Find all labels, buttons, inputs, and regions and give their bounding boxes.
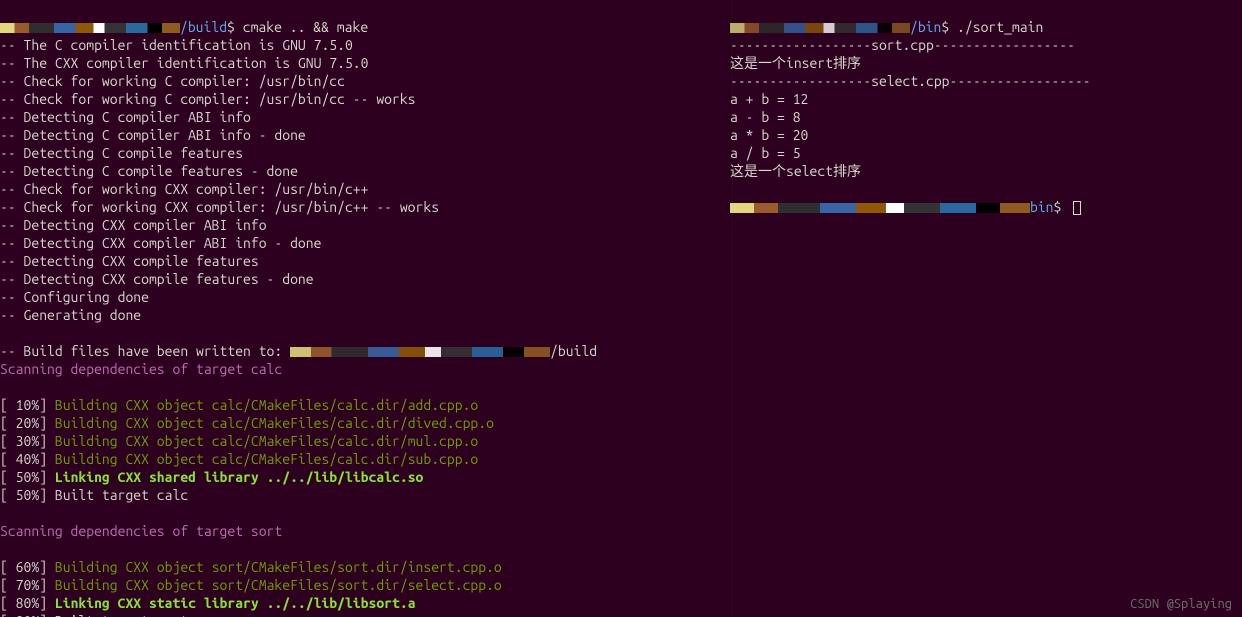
build-step: [ 80%] Linking CXX static library ../../…	[0, 594, 729, 612]
prompt-command: $ cmake .. && make	[227, 19, 368, 35]
output-line: -- Check for working CXX compiler: /usr/…	[0, 198, 729, 216]
path-smudge-icon	[290, 347, 550, 357]
output-line: -- Detecting C compile features - done	[0, 162, 729, 180]
build-written-suffix: /build	[550, 343, 597, 359]
prompt2-dollar: $	[1054, 199, 1070, 215]
build-percent: [ 70%]	[0, 577, 55, 593]
left-terminal-pane[interactable]: /build$ cmake .. && make -- The C compil…	[0, 0, 730, 617]
build-percent: [ 10%]	[0, 397, 55, 413]
output-line: -- Configuring done	[0, 288, 729, 306]
right-terminal-pane[interactable]: /bin$ ./sort_main ------------------sort…	[730, 0, 1242, 617]
build-message: Building CXX object calc/CMakeFiles/calc…	[55, 451, 478, 467]
build-step: [ 50%] Built target calc	[0, 486, 729, 504]
output-line: -- Detecting C compile features	[0, 144, 729, 162]
build-percent: [ 50%]	[0, 487, 55, 503]
build-step: [ 30%] Building CXX object calc/CMakeFil…	[0, 432, 729, 450]
scan-sort: Scanning dependencies of target sort	[0, 522, 729, 540]
build-step: [ 20%] Building CXX object calc/CMakeFil…	[0, 414, 729, 432]
output-line: -- The C compiler identification is GNU …	[0, 36, 729, 54]
output-line: ------------------sort.cpp--------------…	[730, 36, 1242, 54]
prompt-command: $ ./sort_main	[941, 19, 1043, 35]
build-percent: [ 20%]	[0, 415, 55, 431]
output-line: -- Detecting CXX compiler ABI info	[0, 216, 729, 234]
build-message: Building CXX object calc/CMakeFiles/calc…	[55, 433, 478, 449]
build-step: [ 50%] Linking CXX shared library ../../…	[0, 468, 729, 486]
output-line: ------------------select.cpp------------…	[730, 72, 1242, 90]
build-percent: [ 50%]	[0, 469, 55, 485]
build-message: Building CXX object sort/CMakeFiles/sort…	[55, 577, 502, 593]
build-message: Built target sort	[55, 613, 188, 617]
output-line: -- The CXX compiler identification is GN…	[0, 54, 729, 72]
output-line: -- Check for working C compiler: /usr/bi…	[0, 90, 729, 108]
build-message: Building CXX object calc/CMakeFiles/calc…	[55, 397, 478, 413]
output-line: -- Detecting CXX compiler ABI info - don…	[0, 234, 729, 252]
build-percent: [ 30%]	[0, 433, 55, 449]
program-output: ------------------sort.cpp--------------…	[730, 36, 1242, 180]
output-line: 这是一个select排序	[730, 162, 1242, 180]
output-line: a * b = 20	[730, 126, 1242, 144]
build-message: Building CXX object sort/CMakeFiles/sort…	[55, 559, 502, 575]
build-message: Linking CXX shared library ../../lib/lib…	[55, 469, 423, 485]
build-message: Linking CXX static library ../../lib/lib…	[55, 595, 416, 611]
build-written-prefix: -- Build files have been written to:	[0, 343, 290, 359]
output-line: a + b = 12	[730, 90, 1242, 108]
scan-calc: Scanning dependencies of target calc	[0, 360, 729, 378]
output-line: a - b = 8	[730, 108, 1242, 126]
build-message: Building CXX object calc/CMakeFiles/calc…	[55, 415, 494, 431]
output-line: -- Detecting CXX compile features - done	[0, 270, 729, 288]
output-line: -- Generating done	[0, 306, 729, 324]
build-step: [ 10%] Building CXX object calc/CMakeFil…	[0, 396, 729, 414]
build-step: [ 40%] Building CXX object calc/CMakeFil…	[0, 450, 729, 468]
title-smudge-icon	[730, 23, 910, 33]
build-message: Built target calc	[55, 487, 188, 503]
cmake-output: -- The C compiler identification is GNU …	[0, 36, 729, 324]
build-step: [ 70%] Building CXX object sort/CMakeFil…	[0, 576, 729, 594]
build-step: [ 60%] Building CXX object sort/CMakeFil…	[0, 558, 729, 576]
path-smudge-icon	[730, 203, 1030, 213]
output-line: -- Detecting CXX compile features	[0, 252, 729, 270]
watermark-text: CSDN @Splaying	[1130, 595, 1232, 613]
output-line: a / b = 5	[730, 144, 1242, 162]
title-smudge-icon	[0, 23, 180, 33]
cursor-icon	[1073, 201, 1081, 215]
output-line: -- Check for working CXX compiler: /usr/…	[0, 180, 729, 198]
prompt-path: /bin	[910, 19, 941, 35]
prompt2-path: bin	[1030, 199, 1054, 215]
build-percent: [ 80%]	[0, 595, 55, 611]
output-line: -- Detecting C compiler ABI info - done	[0, 126, 729, 144]
build-percent: [ 40%]	[0, 451, 55, 467]
build-step: [ 80%] Built target sort	[0, 612, 729, 617]
build-percent: [ 80%]	[0, 613, 55, 617]
prompt-path: /build	[180, 19, 227, 35]
output-line: -- Check for working C compiler: /usr/bi…	[0, 72, 729, 90]
output-line: -- Detecting C compiler ABI info	[0, 108, 729, 126]
build-percent: [ 60%]	[0, 559, 55, 575]
output-line: 这是一个insert排序	[730, 54, 1242, 72]
